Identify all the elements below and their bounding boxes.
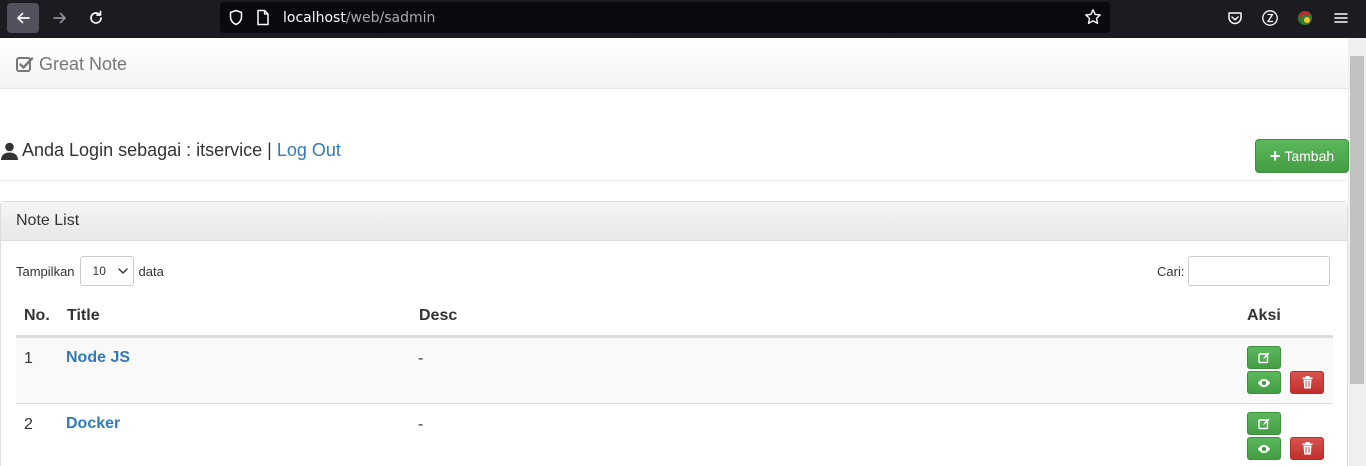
eye-icon	[1258, 378, 1270, 387]
row-number: 2	[24, 416, 33, 433]
reload-button[interactable]	[80, 3, 112, 33]
length-suffix-label: data	[138, 263, 164, 279]
page-length-control: Tampilkan 10 data	[16, 256, 164, 286]
column-header-aksi: Aksi	[1247, 307, 1281, 324]
trash-icon	[1302, 376, 1312, 389]
arrow-left-icon	[17, 12, 30, 24]
extension-icon[interactable]	[1295, 8, 1315, 28]
user-icon	[1, 142, 18, 160]
column-header-no[interactable]: No.	[24, 307, 50, 325]
column-header-desc[interactable]: Desc	[419, 307, 457, 325]
forward-button[interactable]	[44, 3, 76, 33]
reload-icon	[90, 10, 102, 24]
view-button[interactable]	[1247, 371, 1281, 394]
browser-toolbar: localhost/web/sadmin	[0, 0, 1366, 38]
page-length-value: 10	[92, 264, 106, 278]
brand-name: Great Note	[39, 54, 128, 74]
address-bar[interactable]: localhost/web/sadmin	[220, 2, 1110, 33]
divider	[0, 180, 1348, 181]
delete-button[interactable]	[1290, 371, 1324, 394]
view-button[interactable]	[1247, 437, 1281, 460]
edit-button[interactable]	[1247, 412, 1281, 435]
page-length-select[interactable]: 10	[79, 256, 134, 286]
page-icon[interactable]	[256, 9, 270, 31]
arrow-right-icon	[53, 12, 66, 24]
row-number: 1	[24, 350, 33, 367]
search-label: Cari:	[1157, 263, 1185, 279]
app-navbar: Great Note	[0, 38, 1348, 89]
brand-link[interactable]: Great Note	[16, 54, 127, 75]
trash-icon	[1302, 442, 1312, 455]
length-prefix-label: Tampilkan	[16, 263, 75, 279]
table-row: 1 Node JS -	[16, 337, 1333, 403]
plus-icon: +	[1269, 146, 1281, 166]
logout-link[interactable]: Log Out	[277, 140, 341, 161]
column-header-title[interactable]: Title	[67, 307, 100, 325]
add-note-button[interactable]: + Tambah	[1255, 139, 1349, 173]
edit-icon	[1258, 352, 1270, 363]
note-title-link[interactable]: Docker	[66, 415, 120, 433]
note-title-link[interactable]: Node JS	[66, 349, 130, 367]
pocket-icon[interactable]	[1225, 8, 1245, 28]
account-icon[interactable]	[1260, 8, 1280, 28]
delete-button[interactable]	[1290, 437, 1324, 460]
url-path: /web/sadmin	[345, 10, 436, 26]
search-input[interactable]	[1188, 256, 1331, 286]
edit-icon	[1258, 418, 1270, 429]
note-desc: -	[418, 416, 424, 433]
chevron-down-icon	[117, 268, 128, 274]
login-info: Anda Login sebagai : itservice | Log Out	[0, 140, 341, 161]
back-button[interactable]	[7, 3, 39, 33]
table-row: 2 Docker -	[16, 403, 1333, 466]
bookmark-star-icon[interactable]	[1084, 8, 1102, 31]
search-control: Cari:	[1157, 256, 1331, 286]
login-text: Anda Login sebagai : itservice |	[22, 140, 272, 160]
eye-icon	[1258, 444, 1270, 453]
url-text[interactable]: localhost/web/sadmin	[283, 10, 435, 26]
edit-button[interactable]	[1247, 346, 1281, 369]
url-host: localhost	[283, 10, 346, 26]
panel-title: Note List	[1, 202, 1347, 241]
menu-icon[interactable]	[1331, 8, 1351, 28]
add-button-label: Tambah	[1284, 148, 1335, 164]
note-desc: -	[418, 350, 424, 367]
check-square-icon	[16, 57, 34, 72]
shield-icon[interactable]	[228, 9, 244, 31]
scrollbar-thumb[interactable]	[1350, 56, 1364, 384]
